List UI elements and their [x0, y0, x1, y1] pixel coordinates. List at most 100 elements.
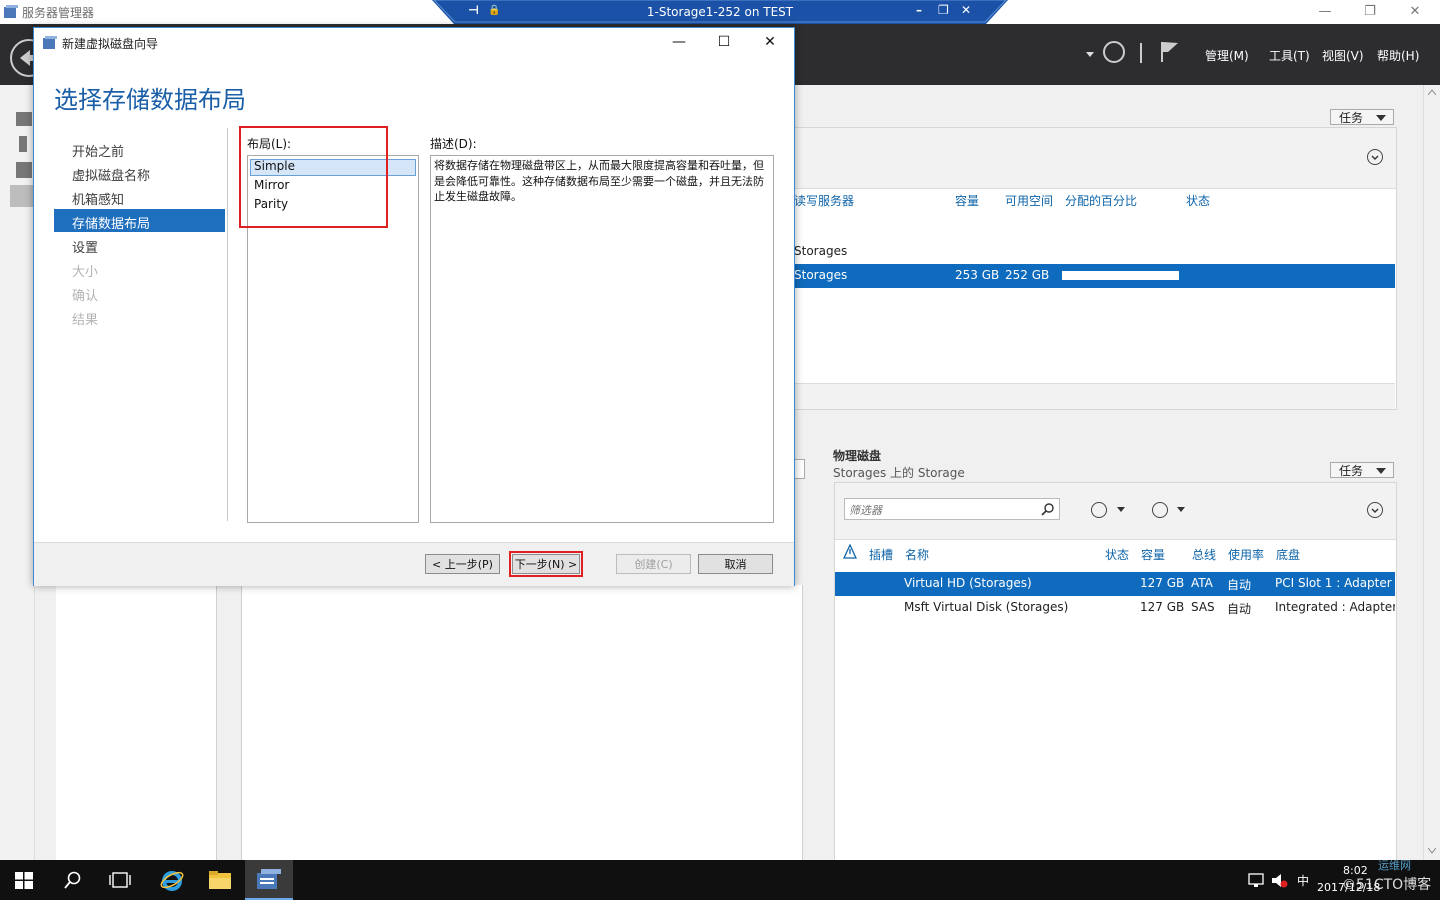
step-results: 结果 [72, 313, 99, 328]
rdp-close-button[interactable]: ✕ [961, 3, 971, 17]
previous-button[interactable]: < 上一步(P) [425, 554, 500, 574]
task-button-label: 任务 [1339, 464, 1364, 478]
col-chassis[interactable]: 底盘 [1276, 546, 1300, 563]
scroll-down-icon[interactable] [1428, 848, 1436, 854]
chevron-down-icon [1376, 468, 1386, 474]
disk-bus: ATA [1191, 576, 1213, 590]
row-name: Storages [794, 268, 848, 282]
ime-indicator[interactable]: 中 [1297, 872, 1309, 889]
physical-disks-subtitle: Storages 上的 Storage [833, 466, 965, 480]
cancel-button[interactable]: 取消 [698, 554, 773, 574]
disk-usage: 自动 [1227, 578, 1252, 592]
filter-box[interactable] [844, 498, 1060, 520]
server-manager-taskbar-button[interactable] [245, 860, 293, 900]
search-icon[interactable] [1041, 502, 1055, 516]
col-status[interactable]: 状态 [1105, 546, 1129, 563]
menu-view[interactable]: 视图(V) [1322, 47, 1364, 64]
step-virtual-disk-name[interactable]: 虚拟磁盘名称 [72, 165, 150, 184]
refresh-icon[interactable] [1103, 41, 1125, 63]
layout-annotation-box [239, 126, 388, 228]
warning-column-icon [843, 544, 857, 559]
virtual-disks-task-button[interactable]: 任务 [1330, 109, 1394, 125]
all-servers-icon[interactable] [16, 162, 32, 178]
new-virtual-disk-wizard: 新建虚拟磁盘向导 — ☐ ✕ 选择存储数据布局 开始之前 虚拟磁盘名称 机箱感知… [33, 27, 795, 586]
description-box: 将数据存储在物理磁盘带区上，从而最大限度提高容量和吞吐量，但是会降低可靠性。这种… [430, 155, 774, 523]
step-settings[interactable]: 设置 [72, 237, 98, 256]
task-view-icon[interactable] [109, 872, 131, 888]
col-usage[interactable]: 使用率 [1228, 546, 1264, 563]
header-divider [1140, 43, 1142, 63]
col-capacity[interactable]: 容量 [1141, 546, 1165, 563]
col-name[interactable]: 名称 [905, 546, 929, 563]
step-size: 大小 [72, 265, 99, 280]
menu-manage[interactable]: 管理(M) [1205, 47, 1249, 64]
dashboard-icon[interactable] [16, 112, 32, 126]
row-capacity: 253 GB [955, 268, 1000, 282]
scroll-up-icon[interactable] [1428, 89, 1436, 95]
main-scrollbar[interactable] [1423, 85, 1440, 860]
disk-name: Msft Virtual Disk (Storages) [904, 600, 1069, 614]
step-nav-divider [227, 128, 228, 521]
expand-chevron-icon[interactable] [1367, 149, 1383, 165]
disk-bus: SAS [1191, 600, 1215, 614]
file-explorer-icon[interactable] [208, 870, 232, 890]
volume-muted-icon[interactable] [1271, 873, 1289, 888]
sm-maximize-button[interactable]: ❐ [1350, 2, 1390, 22]
col-free-space[interactable]: 可用空间 [1005, 192, 1053, 209]
disk-capacity: 127 GB [1140, 600, 1185, 614]
server-manager-title: 服务器管理器 [22, 6, 95, 20]
sm-minimize-button[interactable]: — [1305, 2, 1345, 22]
virtual-disks-footer [794, 383, 1395, 409]
step-enclosure-awareness[interactable]: 机箱感知 [72, 189, 124, 208]
table-row[interactable]: Msft Virtual Disk (Storages) 127 GB SAS … [835, 596, 1395, 620]
local-server-icon[interactable] [19, 136, 27, 152]
chevron-down-icon [1376, 115, 1386, 121]
rdp-restore-button[interactable]: ❐ [938, 3, 949, 17]
rdp-connection-bar: ⊣ 🔒 1-Storage1-252 on TEST – ❐ ✕ [432, 0, 1008, 24]
col-readwrite-server[interactable]: 读写服务器 [794, 192, 854, 209]
virtual-disks-panel: 读写服务器 容量 可用空间 分配的百分比 状态 Storages Storage… [793, 127, 1397, 410]
windows-start-icon[interactable] [15, 872, 33, 889]
col-allocated-percent[interactable]: 分配的百分比 [1065, 192, 1137, 209]
wizard-heading: 选择存储数据布局 [54, 86, 246, 114]
file-storage-services-icon[interactable] [10, 185, 34, 207]
disk-capacity: 127 GB [1140, 576, 1185, 590]
col-capacity[interactable]: 容量 [955, 192, 979, 209]
physical-disks-title: 物理磁盘 [833, 449, 882, 463]
server-manager-icon [257, 869, 281, 889]
table-row[interactable]: Virtual HD (Storages) 127 GB ATA 自动 PCI … [835, 572, 1395, 596]
notifications-flag-icon[interactable] [1160, 40, 1180, 64]
disk-usage: 自动 [1227, 602, 1252, 616]
storage-pools-pane [241, 585, 803, 860]
wizard-close-button[interactable]: ✕ [760, 32, 780, 52]
watermark-logo-text: 运维网 [1378, 859, 1411, 872]
step-storage-layout[interactable]: 存储数据布局 [72, 213, 150, 232]
step-before-you-begin[interactable]: 开始之前 [72, 141, 124, 160]
network-icon[interactable] [1248, 873, 1266, 888]
allocation-bar-track [1062, 271, 1179, 280]
expand-chevron-icon[interactable] [1367, 502, 1383, 518]
table-row[interactable]: Storages 253 GB 252 GB [794, 264, 1395, 288]
list-options-icon[interactable] [1091, 502, 1107, 518]
col-slot[interactable]: 插槽 [869, 546, 893, 563]
search-icon[interactable] [64, 871, 82, 889]
sm-close-button[interactable]: ✕ [1395, 2, 1435, 22]
chevron-down-icon[interactable] [1117, 507, 1125, 512]
next-annotation-box [509, 551, 583, 577]
filter-input[interactable] [847, 501, 1041, 519]
internet-explorer-icon[interactable] [160, 868, 184, 892]
chevron-down-icon[interactable] [1177, 507, 1185, 512]
menu-help[interactable]: 帮助(H) [1377, 47, 1419, 64]
virtual-disks-toolbar [794, 128, 1396, 189]
rdp-minimize-button[interactable]: – [916, 3, 922, 17]
col-status[interactable]: 状态 [1186, 192, 1210, 209]
col-bus[interactable]: 总线 [1192, 546, 1216, 563]
history-dropdown-icon[interactable] [1086, 52, 1094, 57]
wizard-maximize-button[interactable]: ☐ [714, 32, 734, 52]
physical-disks-panel: 插槽 名称 状态 容量 总线 使用率 底盘 Virtual HD (Storag… [834, 482, 1397, 862]
save-query-icon[interactable] [1152, 502, 1168, 518]
physical-disks-task-button[interactable]: 任务 [1330, 462, 1394, 478]
row-free-space: 252 GB [1005, 268, 1050, 282]
wizard-minimize-button[interactable]: — [669, 32, 689, 52]
menu-tools[interactable]: 工具(T) [1269, 47, 1310, 64]
